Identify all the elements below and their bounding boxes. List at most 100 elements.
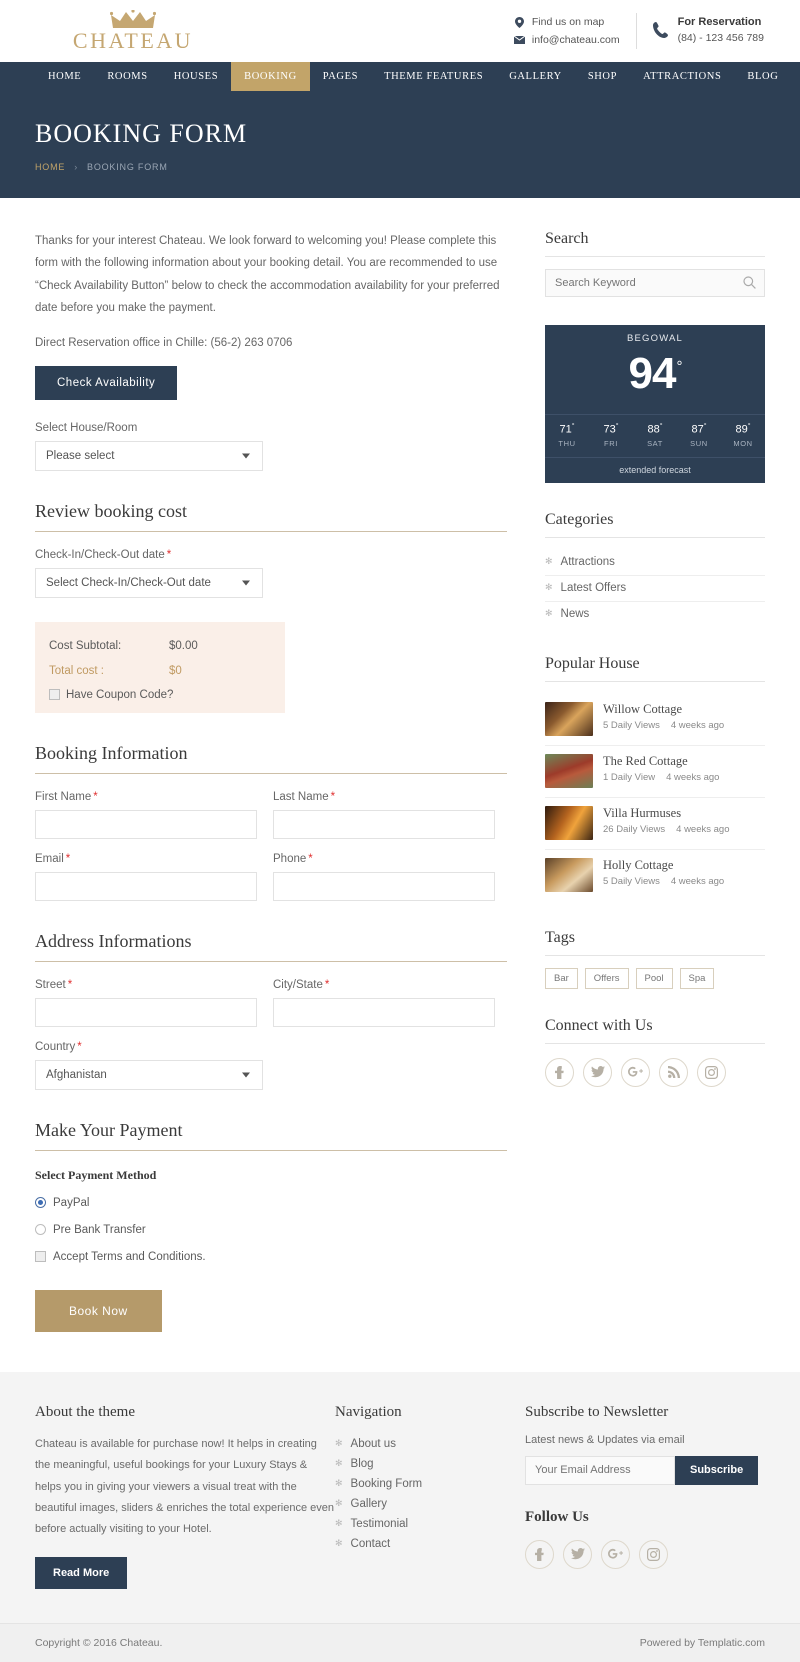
email-input[interactable] — [35, 871, 257, 901]
payment-radio[interactable] — [35, 1224, 46, 1236]
footer-nav-item-booking-form[interactable]: ✻ Booking Form — [335, 1474, 525, 1494]
find-us-row[interactable]: Find us on map — [514, 16, 620, 28]
payment-option-paypal[interactable]: PayPal — [35, 1197, 507, 1209]
tag-spa[interactable]: Spa — [679, 967, 715, 989]
footer-nav-item-testimonial[interactable]: ✻ Testimonial — [335, 1514, 525, 1534]
cost-subtotal-value: $0.00 — [169, 639, 198, 652]
nav-item-houses[interactable]: HOUSES — [161, 62, 231, 91]
weather-day-sun: 87° SUN — [677, 415, 721, 457]
accept-terms-label: Accept Terms and Conditions. — [53, 1250, 206, 1263]
first-name-input[interactable] — [35, 809, 257, 839]
nav-item-gallery[interactable]: GALLERY — [496, 62, 575, 91]
subscribe-button[interactable]: Subscribe — [675, 1455, 759, 1485]
asterisk-icon: ✻ — [335, 1538, 343, 1549]
accept-terms-row[interactable]: Accept Terms and Conditions. — [35, 1251, 507, 1263]
breadcrumb-home[interactable]: HOME — [35, 162, 65, 172]
accept-terms-checkbox[interactable] — [35, 1251, 46, 1263]
extended-forecast-link[interactable]: extended forecast — [545, 456, 765, 483]
country-label-text: Country — [35, 1040, 76, 1053]
payment-section: Make Your Payment Select Payment Method … — [35, 1120, 507, 1332]
cost-summary-box: Cost Subtotal: $0.00 Total cost : $0 Hav… — [35, 621, 285, 713]
city-state-input[interactable] — [273, 997, 495, 1027]
country-value: Afghanistan — [46, 1068, 107, 1081]
nav-item-pages[interactable]: PAGES — [310, 62, 371, 91]
google-plus-icon[interactable] — [621, 1057, 650, 1087]
email-row[interactable]: info@chateau.com — [513, 34, 620, 46]
read-more-button[interactable]: Read More — [35, 1556, 128, 1589]
newsletter-email-input[interactable] — [525, 1455, 675, 1485]
footer-nav-item-blog[interactable]: ✻ Blog — [335, 1454, 525, 1474]
contact-divider — [635, 13, 637, 49]
house-thumbnail — [545, 805, 593, 840]
phone-label: Phone * — [273, 853, 495, 865]
twitter-icon[interactable] — [583, 1057, 612, 1087]
popular-house-item[interactable]: Villa Hurmuses 26 Daily Views 4 weeks ago — [545, 798, 765, 850]
house-age: 4 weeks ago — [676, 823, 730, 835]
nav-item-attractions[interactable]: ATTRACTIONS — [630, 62, 734, 91]
last-name-input[interactable] — [273, 809, 495, 839]
category-label: News — [560, 607, 590, 620]
coupon-row[interactable]: Have Coupon Code? — [49, 686, 271, 701]
reservation-block[interactable]: For Reservation (84) - 123 456 789 — [652, 15, 764, 46]
breadcrumb-separator: › — [74, 162, 79, 172]
payment-title: Make Your Payment — [35, 1120, 507, 1151]
form-cell: Phone * — [273, 853, 495, 901]
category-item-latest-offers[interactable]: ✻ Latest Offers — [545, 576, 765, 602]
nav-item-contact[interactable]: CONTACT — [791, 62, 800, 91]
facebook-icon[interactable] — [545, 1057, 574, 1087]
facebook-icon[interactable] — [525, 1539, 554, 1569]
search-icon[interactable] — [743, 276, 756, 292]
instagram-icon[interactable] — [639, 1539, 668, 1569]
footer-nav-item-contact[interactable]: ✻ Contact — [335, 1534, 525, 1554]
rss-icon[interactable] — [659, 1057, 688, 1087]
direct-reservation-text: Direct Reservation office in Chille: (56… — [35, 336, 293, 349]
total-cost-value: $0 — [169, 664, 182, 677]
weather-day-name: SUN — [690, 438, 708, 448]
categories-title: Categories — [545, 511, 765, 538]
google-plus-icon[interactable] — [601, 1539, 630, 1569]
cost-subtotal-label: Cost Subtotal: — [49, 639, 122, 652]
popular-house-item[interactable]: Holly Cottage 5 Daily Views 4 weeks ago — [545, 850, 765, 901]
phone-input[interactable] — [273, 871, 495, 901]
weather-day-name: MON — [733, 438, 753, 448]
nav-item-booking[interactable]: BOOKING — [231, 62, 310, 91]
popular-house-item[interactable]: Willow Cottage 5 Daily Views 4 weeks ago — [545, 694, 765, 746]
site-logo[interactable]: CHATEAU — [0, 10, 230, 52]
form-row: Email * Phone * — [35, 853, 507, 901]
nav-item-theme-features[interactable]: THEME FEATURES — [371, 62, 496, 91]
tag-pool[interactable]: Pool — [635, 967, 673, 989]
footer-nav-item-gallery[interactable]: ✻ Gallery — [335, 1494, 525, 1514]
tag-offers[interactable]: Offers — [584, 967, 629, 989]
popular-house-item[interactable]: The Red Cottage 1 Daily View 4 weeks ago — [545, 746, 765, 798]
email-label: Email * — [35, 853, 257, 865]
category-item-news[interactable]: ✻ News — [545, 602, 765, 627]
payment-radio[interactable] — [35, 1197, 46, 1209]
select-house-dropdown[interactable]: Please select — [35, 440, 263, 471]
nav-item-blog[interactable]: BLOG — [734, 62, 791, 91]
payment-option-pre-bank-transfer[interactable]: Pre Bank Transfer — [35, 1224, 507, 1236]
tag-bar[interactable]: Bar — [545, 967, 578, 989]
book-now-button[interactable]: Book Now — [35, 1289, 162, 1332]
coupon-checkbox[interactable] — [49, 689, 60, 701]
check-availability-button[interactable]: Check Availability — [35, 365, 178, 400]
chevron-down-icon — [242, 1072, 250, 1078]
checkin-date-dropdown[interactable]: Select Check-In/Check-Out date — [35, 567, 263, 598]
search-input[interactable] — [545, 269, 765, 297]
category-item-attractions[interactable]: ✻ Attractions — [545, 550, 765, 576]
payment-method-label: Select Payment Method — [35, 1167, 157, 1182]
instagram-icon[interactable] — [697, 1057, 726, 1087]
select-house-label: Select House/Room — [35, 421, 138, 434]
footer-nav-item-about-us[interactable]: ✻ About us — [335, 1434, 525, 1454]
weather-widget: BEGOWAL 94° 71° THU 73° FRI 88° SAT 87° SUN 89° M… — [545, 325, 765, 483]
weather-city: BEGOWAL — [626, 333, 684, 344]
nav-item-home[interactable]: HOME — [35, 62, 94, 91]
review-booking-section: Review booking cost Check-In/Check-Out d… — [35, 501, 507, 713]
required-marker: * — [324, 978, 330, 991]
twitter-icon[interactable] — [563, 1539, 592, 1569]
form-cell: First Name * — [35, 791, 257, 839]
street-label-text: Street — [35, 978, 66, 991]
country-dropdown[interactable]: Afghanistan — [35, 1059, 263, 1090]
nav-item-shop[interactable]: SHOP — [575, 62, 630, 91]
street-input[interactable] — [35, 997, 257, 1027]
nav-item-rooms[interactable]: ROOMS — [94, 62, 160, 91]
